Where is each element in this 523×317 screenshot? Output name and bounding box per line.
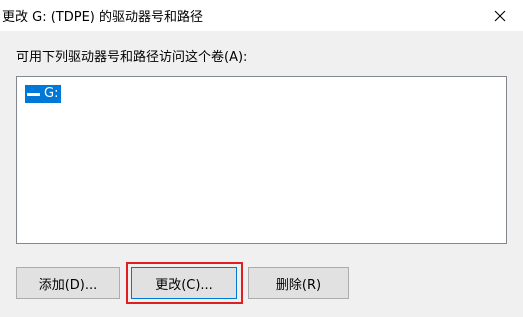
drive-icon <box>25 85 42 103</box>
title-bar: 更改 G: (TDPE) 的驱动器号和路径 <box>0 0 523 31</box>
delete-button[interactable]: 删除(R) <box>248 267 349 299</box>
list-item-drive-g[interactable]: G: <box>25 85 62 103</box>
close-button[interactable] <box>477 0 523 31</box>
prompt-label: 可用下列驱动器号和路径访问这个卷(A): <box>16 50 248 65</box>
drive-path-listbox[interactable]: G: <box>16 76 507 244</box>
add-button[interactable]: 添加(D)... <box>16 267 120 299</box>
close-icon <box>494 10 506 21</box>
change-button[interactable]: 更改(C)... <box>131 267 237 299</box>
dialog-window: 更改 G: (TDPE) 的驱动器号和路径 可用下列驱动器号和路径访问这个卷(A… <box>0 0 523 317</box>
list-item-label: G: <box>42 85 62 103</box>
window-title: 更改 G: (TDPE) 的驱动器号和路径 <box>2 10 203 25</box>
